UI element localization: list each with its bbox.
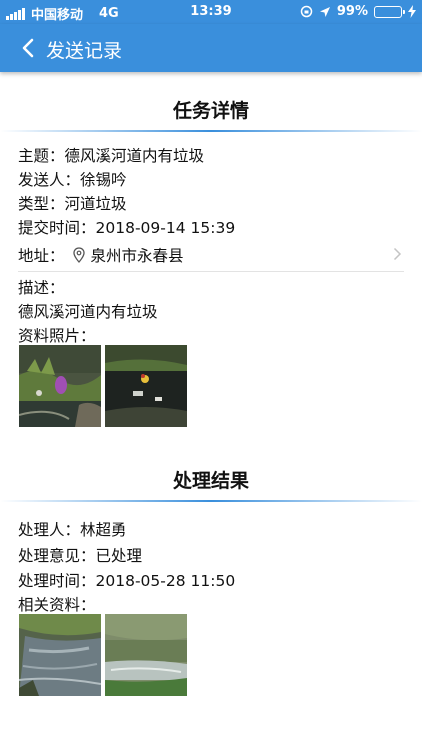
process-time-value: 2018-05-28 11:50: [95, 572, 236, 590]
type-label: 类型：: [18, 195, 65, 213]
subject-row: 主题：德风溪河道内有垃圾: [18, 144, 204, 166]
submit-time-label: 提交时间：: [18, 219, 96, 237]
submit-time-row: 提交时间：2018-09-14 15:39: [18, 216, 235, 238]
handler-label: 处理人：: [18, 521, 81, 539]
result-photo[interactable]: [105, 614, 187, 696]
type-row: 类型：河道垃圾: [18, 192, 127, 214]
sender-label: 发送人：: [18, 171, 81, 189]
chevron-right-icon: [393, 247, 402, 261]
battery-icon: [374, 5, 405, 18]
submit-time-value: 2018-09-14 15:39: [95, 219, 236, 237]
result-photo[interactable]: [19, 614, 101, 696]
task-details-title: 任务详情: [172, 100, 249, 122]
address-row[interactable]: 地址： 泉州市永春县: [0, 238, 422, 272]
page-title: 发送记录: [46, 40, 123, 62]
task-photo[interactable]: [19, 345, 101, 427]
task-photo[interactable]: [105, 345, 187, 427]
handler-row: 处理人：林超勇: [18, 518, 127, 540]
navigation-bar: 发送记录: [0, 24, 422, 72]
charging-bolt-icon: [408, 5, 416, 18]
process-time-row: 处理时间：2018-05-28 11:50: [18, 569, 235, 591]
subject-value: 德风溪河道内有垃圾: [64, 147, 205, 165]
section-divider: [0, 130, 422, 132]
subject-label: 主题：: [18, 147, 65, 165]
sender-row: 发送人：徐锡吟: [18, 168, 127, 190]
orientation-lock-icon: [300, 5, 313, 18]
battery-percent: 99%: [336, 4, 368, 19]
status-bar: 中国移动 4G 13:39 99%: [0, 0, 422, 24]
materials-label: 相关资料：: [18, 596, 96, 614]
back-chevron-icon: [22, 38, 34, 58]
description-label: 描述：: [18, 279, 65, 297]
location-arrow-icon: [319, 6, 330, 17]
address-label: 地址：: [18, 247, 65, 265]
photos-label: 资料照片：: [18, 327, 96, 345]
opinion-value: 已处理: [95, 547, 143, 565]
type-value: 河道垃圾: [64, 195, 127, 213]
handler-value: 林超勇: [80, 521, 127, 539]
opinion-row: 处理意见：已处理: [18, 544, 142, 566]
result-title: 处理结果: [172, 470, 249, 492]
process-time-label: 处理时间：: [18, 572, 96, 590]
address-divider: [18, 271, 404, 272]
description-value: 德风溪河道内有垃圾: [18, 303, 158, 321]
sender-value: 徐锡吟: [80, 171, 127, 189]
address-value: 泉州市永春县: [90, 247, 184, 265]
back-button[interactable]: [14, 34, 42, 62]
location-pin-icon: [72, 247, 85, 263]
opinion-label: 处理意见：: [18, 547, 96, 565]
section-divider: [0, 500, 422, 502]
